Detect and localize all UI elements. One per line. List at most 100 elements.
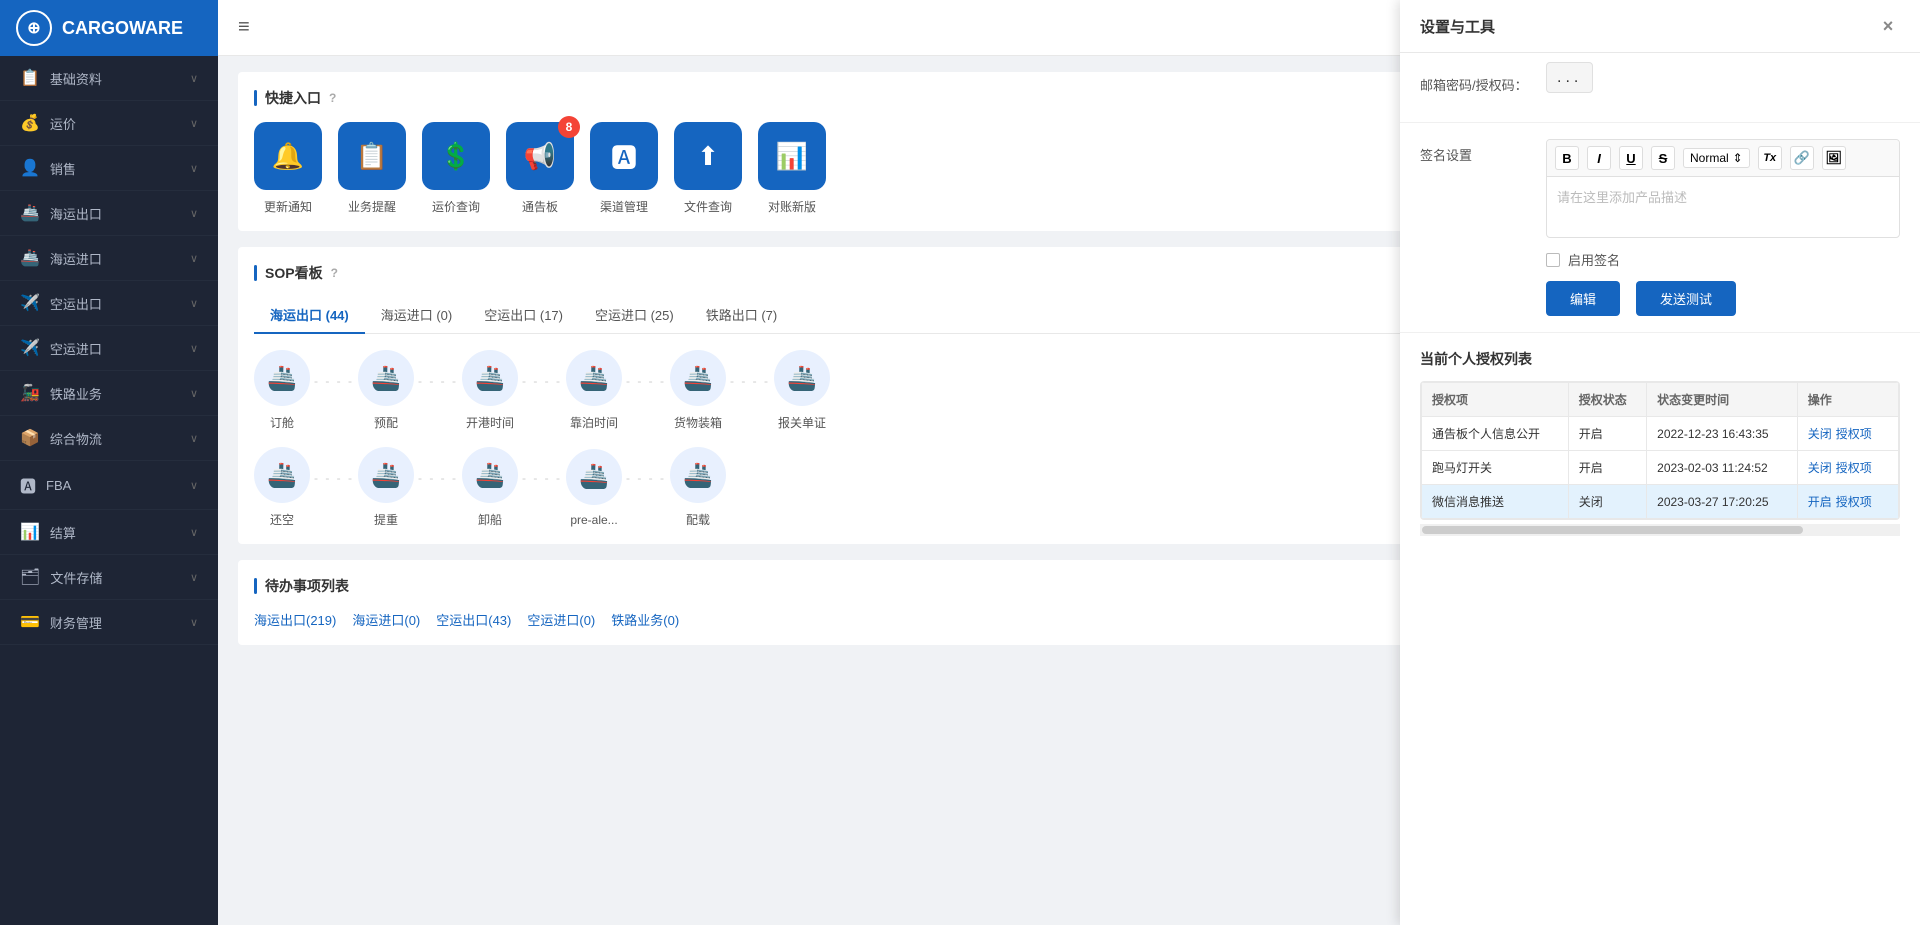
auth-action-wechat-授权项[interactable]: 授权项 [1836, 495, 1872, 509]
todo-tab-sea-export[interactable]: 海运出口(219) [254, 610, 336, 629]
todo-tab-rail[interactable]: 铁路业务(0) [611, 610, 679, 629]
todo-tab-air-export[interactable]: 空运出口(43) [436, 610, 511, 629]
sop-stage-icon-allocation: 🚢 [358, 350, 414, 406]
quick-label-task: 业务提醒 [348, 198, 396, 215]
auth-action-notice-board-授权项[interactable]: 授权项 [1836, 427, 1872, 441]
sop-stage-icon-pickup: 🚢 [358, 447, 414, 503]
panel-close-button[interactable]: × [1876, 14, 1900, 38]
auth-action-marquee-关闭[interactable]: 关闭 [1808, 461, 1832, 475]
quick-access-help-icon[interactable]: ? [329, 91, 336, 105]
font-style-select[interactable]: Normal ⇕ [1683, 148, 1750, 168]
sop-stage-booking[interactable]: 🚢 订舱 [254, 350, 310, 431]
quick-item-board[interactable]: 📢 8 通告板 [506, 122, 574, 215]
quick-icon-task: 📋 [338, 122, 406, 190]
auth-time-marquee: 2023-02-03 11:24:52 [1647, 451, 1798, 485]
sidebar-chevron-settlement: ∨ [190, 526, 198, 539]
sop-tab-sea-import[interactable]: 海运进口 (0) [365, 297, 469, 334]
quick-icon-channel: 🅰 [590, 122, 658, 190]
sidebar-label-sales: 销售 [50, 159, 76, 178]
send-test-button[interactable]: 发送测试 [1636, 281, 1736, 316]
enable-signature-checkbox[interactable] [1546, 253, 1560, 267]
todo-tab-air-import[interactable]: 空运进口(0) [527, 610, 595, 629]
sidebar-item-left-air-export: ✈️ 空运出口 [20, 293, 102, 313]
italic-button[interactable]: I [1587, 146, 1611, 170]
sop-help-icon[interactable]: ? [331, 266, 338, 280]
todo-tab-sea-import[interactable]: 海运进口(0) [352, 610, 420, 629]
auth-scroll-bar[interactable] [1420, 524, 1900, 536]
email-label: 邮箱密码/授权码： [1420, 69, 1530, 94]
auth-status-notice-board: 开启 [1568, 417, 1646, 451]
sidebar-item-left-rail: 🚂 铁路业务 [20, 383, 102, 403]
sop-stage-open-port[interactable]: 🚢 开港时间 [462, 350, 518, 431]
sidebar-icon-settlement: 📊 [20, 522, 40, 542]
sop-tab-rail-export[interactable]: 铁路出口 (7) [690, 297, 794, 334]
sidebar-item-rail[interactable]: 🚂 铁路业务 ∨ [0, 371, 218, 416]
sidebar-label-basics: 基础资料 [50, 69, 102, 88]
sop-tab-air-import[interactable]: 空运进口 (25) [579, 297, 690, 334]
logo: ⊕ CARGOWARE [0, 0, 218, 56]
quick-item-file[interactable]: ⬆ 文件查询 [674, 122, 742, 215]
sidebar: ⊕ CARGOWARE 📋 基础资料 ∨ 💰 运价 ∨ 👤 销售 ∨ 🚢 海运出… [0, 0, 218, 925]
quick-label-file: 文件查询 [684, 198, 732, 215]
quick-item-channel[interactable]: 🅰 渠道管理 [590, 122, 658, 215]
sop-tab-air-export[interactable]: 空运出口 (17) [468, 297, 579, 334]
sidebar-chevron-air-import: ∨ [190, 342, 198, 355]
sidebar-item-finance[interactable]: 💳 财务管理 ∨ [0, 600, 218, 645]
sop-stage-prealert[interactable]: 🚢 pre-ale... [566, 449, 622, 527]
auth-header-授权状态: 授权状态 [1568, 383, 1646, 417]
sidebar-item-files[interactable]: 🗂 文件存储 ∨ [0, 555, 218, 600]
sop-stage-unship[interactable]: 🚢 卸船 [462, 447, 518, 528]
sop-stage-empty[interactable]: 🚢 还空 [254, 447, 310, 528]
sop-stage-icon-booking: 🚢 [254, 350, 310, 406]
sidebar-label-files: 文件存储 [50, 568, 102, 587]
quick-icon-account: 📊 [758, 122, 826, 190]
sop-stage-loading[interactable]: 🚢 货物装箱 [670, 350, 726, 431]
enable-signature-label: 启用签名 [1568, 250, 1620, 269]
sop-stage-label-pickup: 提重 [374, 511, 398, 528]
sidebar-chevron-basics: ∨ [190, 72, 198, 85]
quick-item-task[interactable]: 📋 业务提醒 [338, 122, 406, 215]
bold-button[interactable]: B [1555, 146, 1579, 170]
sidebar-item-air-export[interactable]: ✈️ 空运出口 ∨ [0, 281, 218, 326]
auth-item-wechat: 微信消息推送 [1422, 485, 1569, 519]
quick-item-price[interactable]: 💲 运价查询 [422, 122, 490, 215]
sidebar-item-sea-import[interactable]: 🚢 海运进口 ∨ [0, 236, 218, 281]
sidebar-item-logistics[interactable]: 📦 综合物流 ∨ [0, 416, 218, 461]
auth-table-scroll[interactable]: 授权项授权状态状态变更时间操作 通告板个人信息公开开启2022-12-23 16… [1420, 381, 1900, 520]
sop-stage-allocation[interactable]: 🚢 预配 [358, 350, 414, 431]
sop-stage-icon-open-port: 🚢 [462, 350, 518, 406]
sop-stage-customs[interactable]: 🚢 报关单证 [774, 350, 830, 431]
sidebar-item-air-import[interactable]: ✈️ 空运进口 ∨ [0, 326, 218, 371]
quick-item-account[interactable]: 📊 对账新版 [758, 122, 826, 215]
auth-action-notice-board-关闭[interactable]: 关闭 [1808, 427, 1832, 441]
sidebar-item-freight[interactable]: 💰 运价 ∨ [0, 101, 218, 146]
sop-tab-sea-export[interactable]: 海运出口 (44) [254, 297, 365, 334]
sidebar-item-sea-export[interactable]: 🚢 海运出口 ∨ [0, 191, 218, 236]
strike-button[interactable]: S [1651, 146, 1675, 170]
quick-item-update[interactable]: 🔔 更新通知 [254, 122, 322, 215]
sidebar-item-basics[interactable]: 📋 基础资料 ∨ [0, 56, 218, 101]
sidebar-item-left-settlement: 📊 结算 [20, 522, 76, 542]
menu-icon[interactable]: ≡ [238, 16, 250, 39]
clear-format-button[interactable]: Tx [1758, 146, 1782, 170]
sop-stage-icon-cargo: 🚢 [670, 447, 726, 503]
sidebar-item-fba[interactable]: 🅰 FBA ∨ [0, 461, 218, 510]
sop-stage-dock[interactable]: 🚢 靠泊时间 [566, 350, 622, 431]
sop-stage-label-booking: 订舱 [270, 414, 294, 431]
image-button[interactable]: 🖼 [1822, 146, 1846, 170]
quick-icon-file: ⬆ [674, 122, 742, 190]
email-password-display: ... [1546, 62, 1593, 93]
sop-stage-pickup[interactable]: 🚢 提重 [358, 447, 414, 528]
sop-stage-cargo[interactable]: 🚢 配载 [670, 447, 726, 528]
auth-action-marquee-授权项[interactable]: 授权项 [1836, 461, 1872, 475]
auth-action-wechat-开启[interactable]: 开启 [1808, 495, 1832, 509]
link-button[interactable]: 🔗 [1790, 146, 1814, 170]
edit-button[interactable]: 编辑 [1546, 281, 1620, 316]
signature-actions: 编辑 发送测试 [1546, 281, 1900, 316]
sidebar-item-settlement[interactable]: 📊 结算 ∨ [0, 510, 218, 555]
signature-content[interactable]: 请在这里添加产品描述 [1547, 177, 1899, 237]
auth-actions-marquee: 关闭授权项 [1797, 451, 1898, 485]
badge-board: 8 [558, 116, 580, 138]
sidebar-item-sales[interactable]: 👤 销售 ∨ [0, 146, 218, 191]
underline-button[interactable]: U [1619, 146, 1643, 170]
